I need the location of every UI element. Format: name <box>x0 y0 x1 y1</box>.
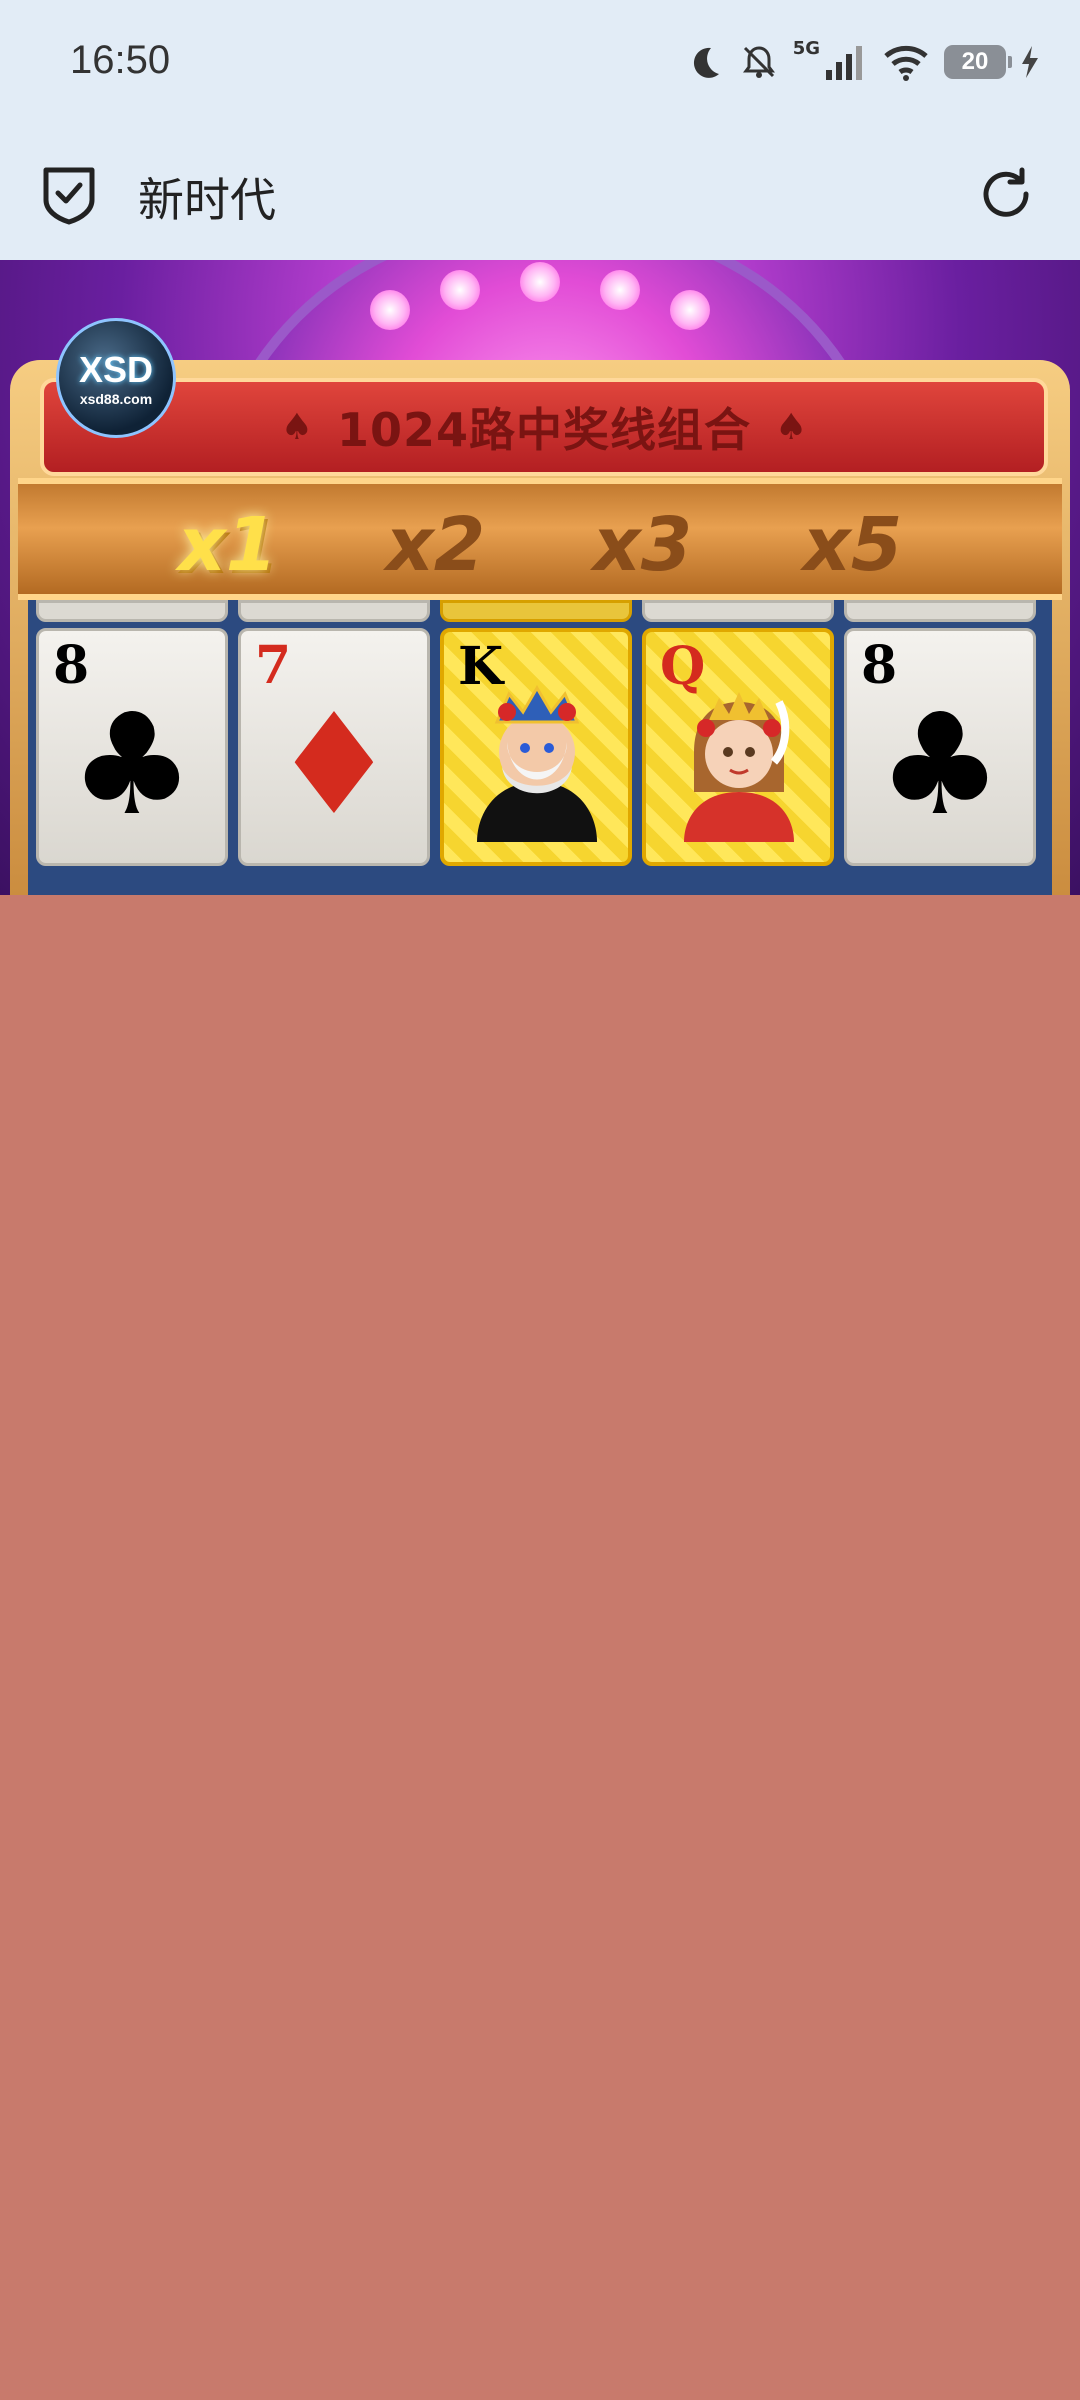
multiplier-bar: x1 x2 x3 x5 <box>18 478 1062 600</box>
signal-icon <box>826 46 862 80</box>
network-type: 5G <box>792 37 820 59</box>
card-peek <box>642 600 834 622</box>
logo-text: XSD <box>78 349 154 390</box>
arch-light <box>370 290 410 330</box>
arch-light <box>440 270 480 310</box>
club-icon: ♣ <box>877 684 1003 847</box>
multiplier-x5: x5 <box>803 502 903 588</box>
status-icons: 5G 20 <box>685 36 1040 88</box>
multiplier-x3: x3 <box>593 502 693 588</box>
page-title: 新时代 <box>138 173 276 227</box>
multiplier-x2: x2 <box>386 502 486 588</box>
card-7-diamonds: 7 ♦ <box>238 628 430 866</box>
app-bar: 新时代 <box>0 130 1080 260</box>
logo-subtext: xsd88.com <box>79 391 153 407</box>
diamond-icon: ♦ <box>271 684 397 847</box>
card-peek <box>440 600 632 622</box>
banner-text: 1024路中奖线组合 <box>336 403 752 457</box>
status-bar: 16:50 5G 20 <box>0 0 1080 130</box>
shield-check-icon[interactable] <box>38 160 100 226</box>
arch-light <box>520 262 560 302</box>
battery-icon: 20 <box>944 45 1012 79</box>
spade-icon: ♠ <box>280 406 313 448</box>
xsd-logo: XSD xsd88.com <box>56 318 176 438</box>
reel-grid[interactable]: 8 ♣ 7 ♦ K Q 8 ♣ <box>28 600 1052 910</box>
charging-icon <box>1022 46 1038 78</box>
content-overlay <box>0 895 1080 2400</box>
moon-icon <box>693 47 719 78</box>
queen-figure-icon <box>684 692 794 842</box>
bell-off-icon <box>742 46 775 78</box>
king-figure-icon <box>477 685 597 842</box>
status-time: 16:50 <box>70 38 171 82</box>
card-peek <box>238 600 430 622</box>
card-king: K <box>440 628 632 866</box>
wifi-icon <box>884 45 928 81</box>
game-view[interactable]: ♠ 1024路中奖线组合 ♠ x1 x2 x3 x5 8 ♣ 7 ♦ K Q 8… <box>0 260 1080 910</box>
arch-light <box>670 290 710 330</box>
card-8-clubs: 8 ♣ <box>36 628 228 866</box>
spade-icon: ♠ <box>775 406 808 448</box>
reload-icon[interactable] <box>976 164 1036 224</box>
arch-light <box>600 270 640 310</box>
club-icon: ♣ <box>69 684 195 847</box>
card-peek <box>844 600 1036 622</box>
card-queen: Q <box>642 628 834 866</box>
battery-level: 20 <box>961 48 989 75</box>
card-8-clubs: 8 ♣ <box>844 628 1036 866</box>
card-peek <box>36 600 228 622</box>
paylines-banner: ♠ 1024路中奖线组合 ♠ <box>40 378 1048 476</box>
multiplier-x1: x1 <box>178 502 278 588</box>
